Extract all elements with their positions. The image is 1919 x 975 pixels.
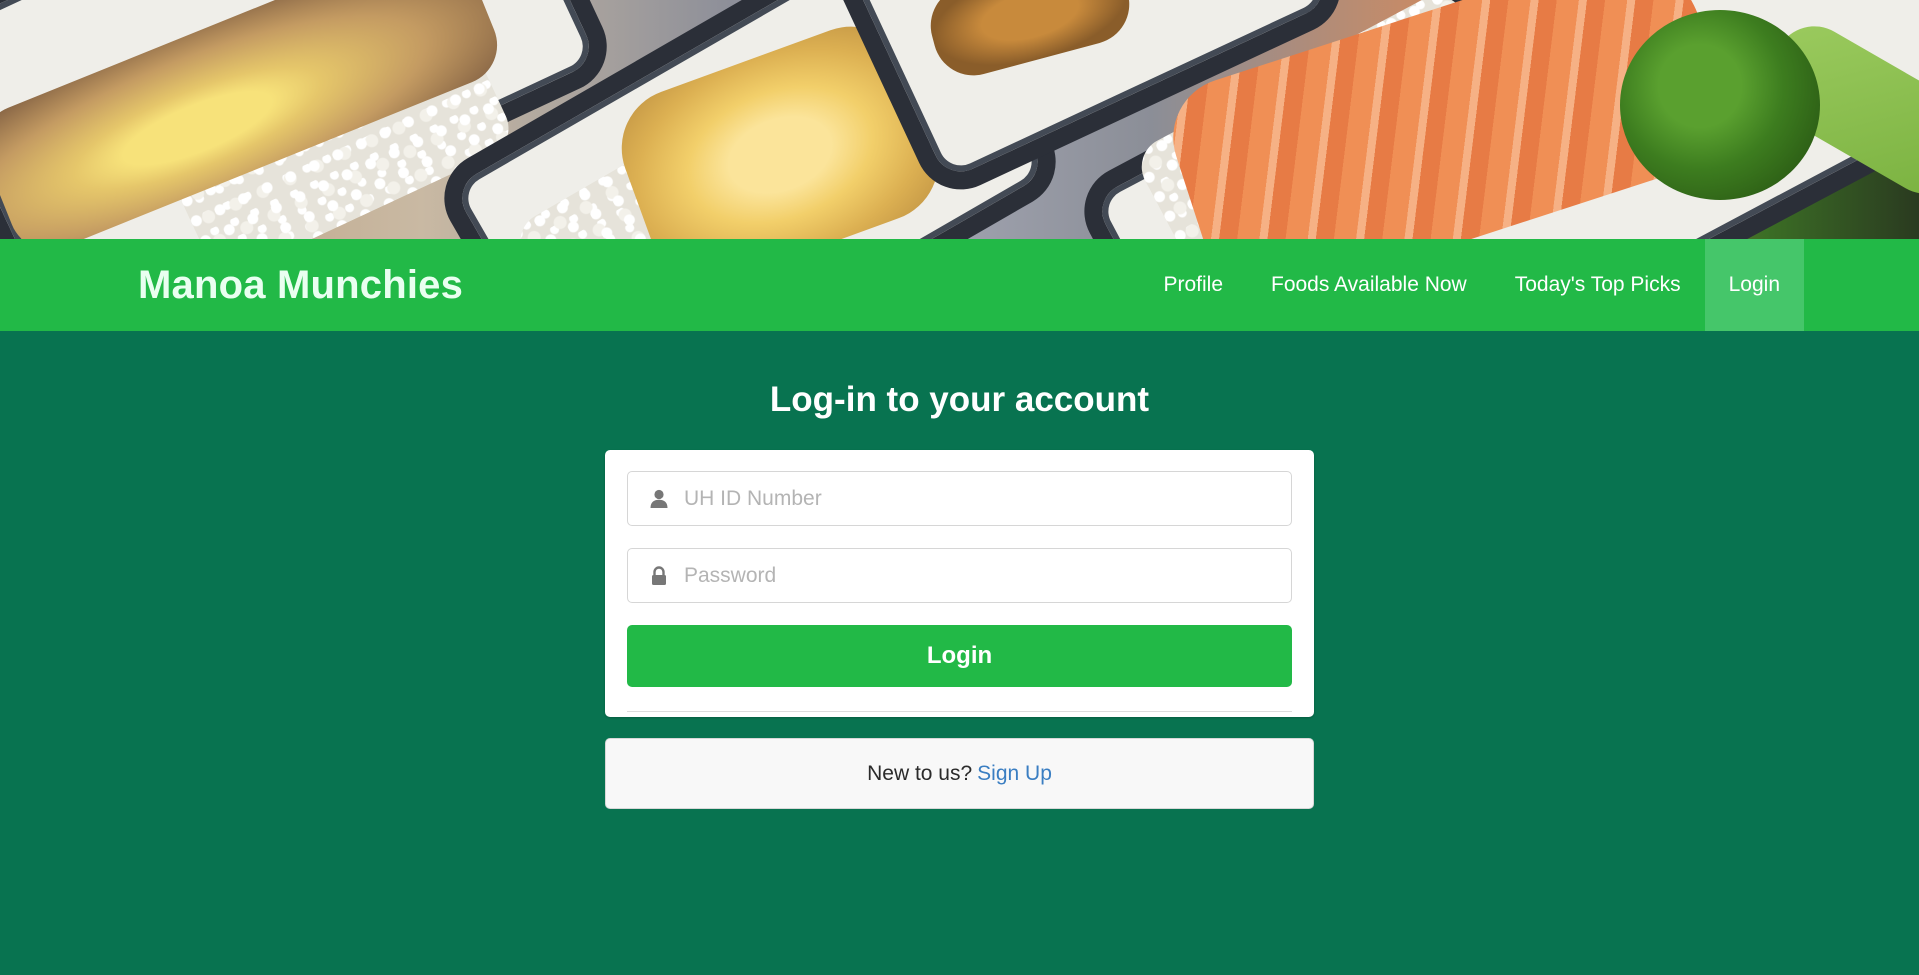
nav-item-profile[interactable]: Profile [1139,239,1247,331]
lock-icon [652,566,666,585]
password-field[interactable] [627,548,1292,603]
login-heading: Log-in to your account [769,380,1150,419]
broccoli [1620,10,1820,200]
password-input[interactable] [684,549,1274,602]
nav-item-foods-available-now[interactable]: Foods Available Now [1247,239,1491,331]
nav-item-todays-top-picks[interactable]: Today's Top Picks [1491,239,1705,331]
uh-id-input[interactable] [684,472,1274,525]
user-icon [650,489,668,508]
nav-menu: Profile Foods Available Now Today's Top … [1139,239,1804,331]
uh-id-field[interactable] [627,471,1292,526]
top-navbar: Manoa Munchies Profile Foods Available N… [0,239,1919,331]
nav-item-login[interactable]: Login [1704,239,1804,331]
login-form-card: Login [605,450,1314,717]
signup-message-box: New to us? Sign Up [605,738,1314,809]
signup-prompt: New to us? [867,761,973,785]
food-photo-banner [0,0,1919,239]
signup-link[interactable]: Sign Up [977,762,1052,786]
login-submit-button[interactable]: Login [627,625,1292,687]
brand-title[interactable]: Manoa Munchies [138,239,463,331]
